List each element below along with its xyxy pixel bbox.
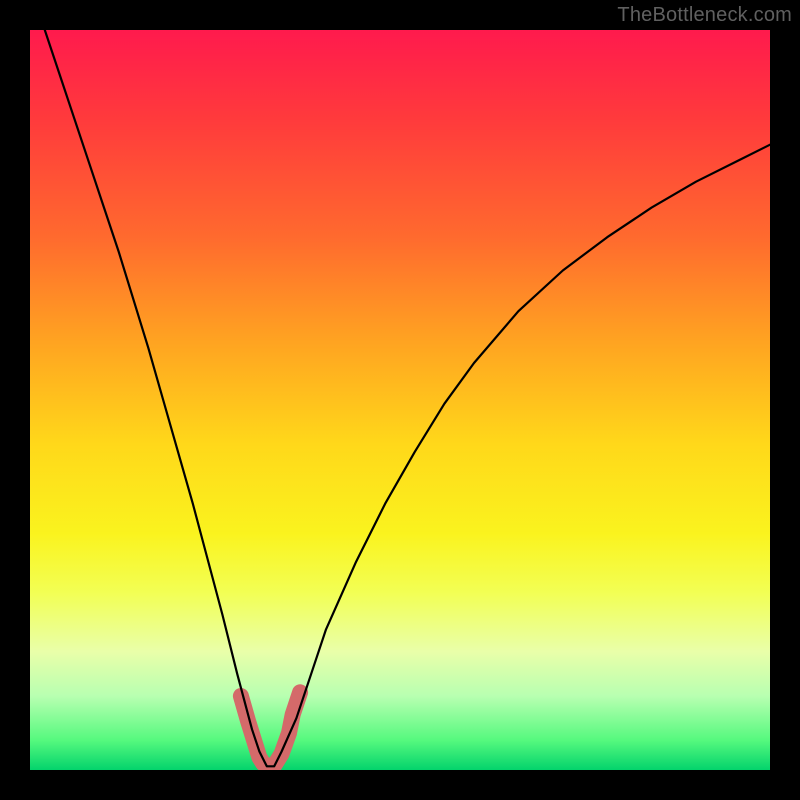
watermark-text: TheBottleneck.com [617,4,792,27]
bottleneck-curve-path [45,30,770,766]
chart-frame: TheBottleneck.com [0,0,800,800]
plot-area [30,30,770,770]
curve-svg [30,30,770,770]
